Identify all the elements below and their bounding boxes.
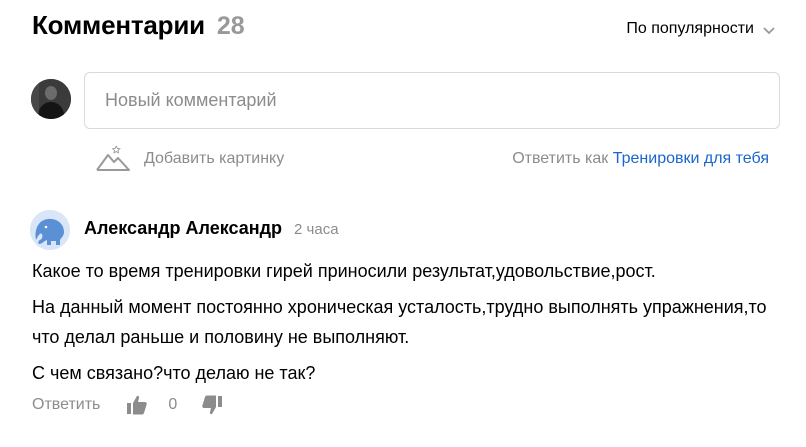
sort-dropdown[interactable]: По популярности bbox=[626, 20, 776, 38]
current-user-avatar bbox=[31, 79, 71, 119]
comment-time: 2 часа bbox=[294, 221, 339, 238]
comment-paragraph: На данный момент постоянно хроническая у… bbox=[32, 297, 767, 347]
comment-paragraph: Какое то время тренировки гирей приносил… bbox=[32, 261, 656, 281]
user-photo-icon bbox=[31, 79, 71, 119]
reply-as-channel-link[interactable]: Тренировки для тебя bbox=[613, 150, 769, 167]
mountain-image-icon bbox=[96, 146, 130, 171]
thumbs-down-icon[interactable] bbox=[201, 394, 223, 416]
reply-as: Ответить как Тренировки для тебя bbox=[512, 150, 769, 168]
chevron-down-icon bbox=[763, 27, 775, 35]
comments-section: Комментарии 28 По популярности Добавить … bbox=[0, 0, 806, 447]
thumbs-up-icon[interactable] bbox=[126, 394, 148, 416]
comment-author-name[interactable]: Александр Александр bbox=[84, 218, 282, 239]
comment-body: Какое то время тренировки гирей приносил… bbox=[32, 256, 772, 394]
comments-title: Комментарии bbox=[32, 10, 205, 40]
add-image-label: Добавить картинку bbox=[144, 150, 285, 167]
reply-as-prefix: Ответить как bbox=[512, 150, 609, 167]
comment-meta: Александр Александр 2 часа bbox=[84, 218, 339, 239]
add-image-button[interactable]: Добавить картинку bbox=[96, 146, 284, 172]
comment-paragraph: С чем связано?что делаю не так? bbox=[32, 363, 316, 383]
comments-count: 28 bbox=[216, 12, 245, 40]
reply-button[interactable]: Ответить bbox=[32, 396, 100, 414]
vote-count: 0 bbox=[168, 396, 178, 413]
elephant-avatar-icon bbox=[30, 210, 70, 250]
new-comment-input[interactable] bbox=[84, 72, 780, 129]
comments-header: Комментарии 28 bbox=[32, 10, 245, 41]
comment-actions: Ответить 0 bbox=[32, 394, 223, 416]
comment-author-avatar[interactable] bbox=[30, 210, 70, 250]
sort-label: По популярности bbox=[626, 20, 754, 37]
